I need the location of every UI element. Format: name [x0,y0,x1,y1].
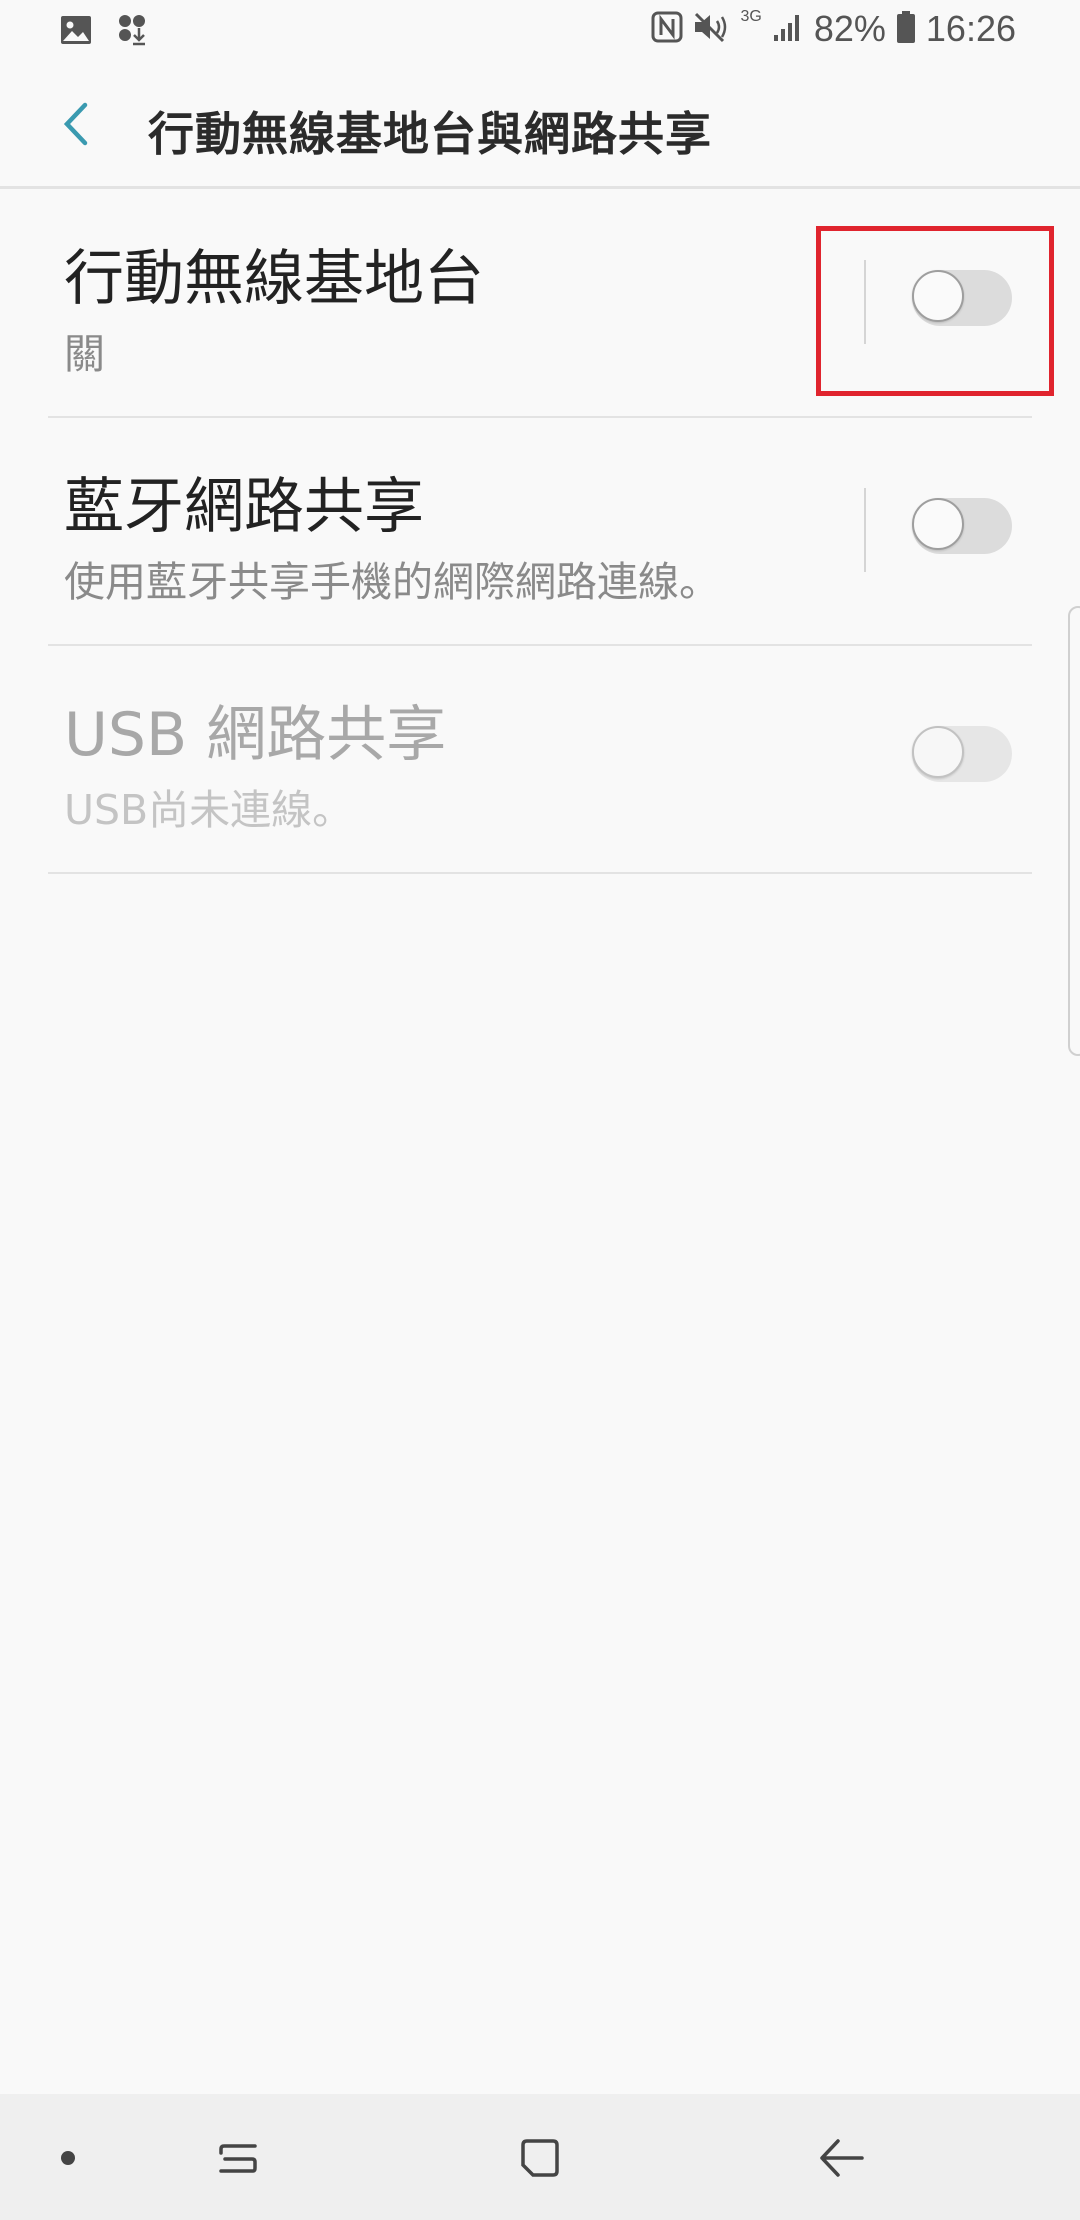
back-icon [820,2139,864,2177]
page-title: 行動無線基地台與網路共享 [148,107,712,161]
app-bar: 行動無線基地台與網路共享 [0,64,1080,189]
usb-tethering-toggle [912,726,1012,782]
home-button[interactable] [504,2122,576,2194]
bluetooth-tethering-toggle[interactable] [912,498,1012,554]
recents-button[interactable] [202,2122,274,2194]
toggle-knob [912,726,964,778]
setting-title: 藍牙網路共享 [64,472,424,542]
setting-row-bluetooth-tethering[interactable]: 藍牙網路共享 使用藍牙共享手機的網際網路連線。 [48,418,1032,646]
dot-icon [61,2151,75,2165]
clock: 16:26 [925,8,1016,49]
nfc-icon [651,11,683,47]
gallery-icon [60,15,92,49]
mute-icon [693,11,731,47]
recents-icon [219,2144,257,2173]
download-icon [118,14,148,50]
back-button[interactable] [46,94,106,154]
setting-subtitle: 使用藍牙共享手機的網際網路連線。 [64,558,720,606]
setting-title: USB 網路共享 [64,700,447,770]
setting-row-usb-tethering: USB 網路共享 USB尚未連線。 [48,646,1032,874]
status-bar: 3G 82% 16:26 [0,0,1080,64]
toggle-knob [912,498,964,550]
setting-subtitle: 關 [64,330,105,378]
home-icon [521,2139,559,2177]
divider [864,488,866,572]
setting-subtitle: USB尚未連線。 [64,786,354,834]
back-nav-button[interactable] [806,2122,878,2194]
chevron-left-icon [63,102,88,146]
system-icons: 3G 82% 16:26 [651,8,1016,50]
notification-icons [60,14,148,50]
navigation-bar [0,2094,1080,2220]
edge-panel-handle[interactable] [1068,606,1080,1056]
battery-icon [896,10,916,48]
battery-percent: 82% [813,8,886,49]
network-type: 3G [740,8,762,25]
setting-title: 行動無線基地台 [64,244,484,314]
nav-dot-button[interactable] [32,2122,104,2194]
signal-icon [772,11,804,47]
highlight-box [816,226,1054,396]
